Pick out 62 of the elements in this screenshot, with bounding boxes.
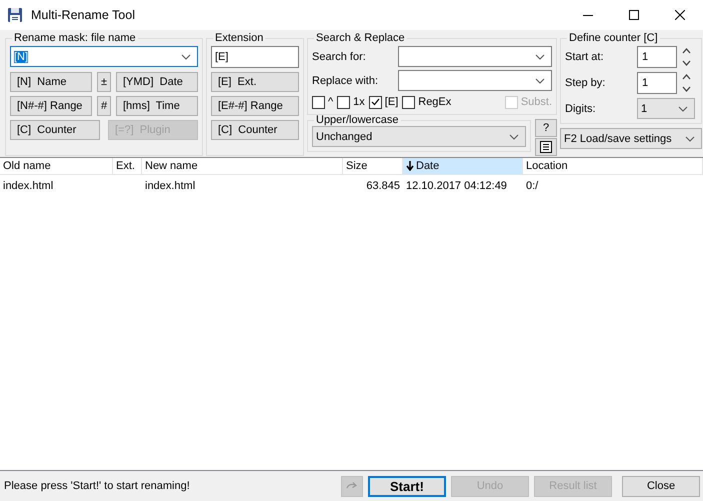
button[interactable]: [N] Name (10, 72, 92, 92)
extension-field[interactable]: [E] (211, 46, 299, 68)
column-header[interactable]: New name (142, 158, 343, 174)
button[interactable]: Start! (368, 476, 446, 496)
button[interactable]: [hms] Time (116, 96, 198, 116)
button[interactable]: [N#-#] Range (10, 96, 92, 116)
chevron-icon (535, 54, 545, 60)
field-label: Search for: (312, 50, 367, 62)
table-cell-text: 63.845 (365, 178, 401, 194)
button[interactable]: [YMD] Date (116, 72, 198, 92)
maximize-icon[interactable] (629, 10, 639, 20)
number-field[interactable]: 1 (637, 72, 677, 94)
curved-arrow-icon (345, 481, 359, 491)
chevron-icon (181, 54, 191, 60)
close-icon[interactable] (675, 10, 685, 20)
case-dropdown[interactable]: Unchanged (312, 126, 526, 147)
button[interactable]: Close (622, 476, 700, 496)
mask-field[interactable]: [N] (10, 46, 198, 67)
field-label: Digits: (565, 102, 597, 114)
table-cell-text: 0:/ (525, 178, 540, 194)
status-message: Please press 'Start!' to start renaming! (4, 480, 191, 492)
group-title: Search & Replace (315, 32, 406, 44)
chevron-icon (535, 78, 545, 84)
table-cell-text: 12.10.2017 04:12:49 (405, 178, 508, 194)
number-field[interactable]: 1 (637, 46, 677, 68)
group-title: Define counter [C] (568, 32, 659, 44)
column-header[interactable]: Ext. (113, 158, 142, 174)
button[interactable]: [E#-#] Range (211, 96, 299, 116)
list-button[interactable] (535, 138, 557, 156)
list-icon (540, 141, 552, 153)
field-label: Start at: (565, 51, 605, 63)
button[interactable]: ± (97, 72, 111, 92)
field-label: Step by: (565, 77, 606, 89)
button[interactable]: [C] Counter (10, 120, 100, 140)
spinner-icon (682, 47, 690, 67)
spinner-icon (682, 73, 690, 93)
checkbox[interactable]: [E] (368, 96, 398, 108)
chevron-icon (678, 106, 688, 112)
sort-arrow-icon (406, 161, 414, 171)
field-label: Replace with: (312, 74, 380, 86)
button[interactable]: ? (535, 119, 557, 137)
table-cell-text: index.html (2, 178, 54, 194)
checkbox[interactable]: RegEx (402, 96, 452, 108)
checkbox[interactable]: 1x (337, 96, 365, 108)
group-title: Rename mask: file name (13, 32, 137, 44)
column-header[interactable]: Location (523, 158, 703, 174)
window-title: Multi-Rename Tool (31, 8, 135, 22)
group-title: Upper/lowercase (315, 114, 400, 126)
button[interactable]: [C] Counter (211, 120, 299, 140)
chevron-icon (509, 134, 519, 140)
group-title: Extension (214, 32, 264, 44)
column-header[interactable]: Old name (0, 158, 113, 174)
settings-dropdown[interactable]: F2 Load/save settings (560, 128, 702, 149)
dropdown-field[interactable] (398, 70, 552, 91)
table-cell-text: index.html (144, 178, 196, 194)
chevron-icon (685, 136, 695, 142)
digits-dropdown[interactable]: 1 (637, 98, 695, 119)
column-header[interactable]: Date (403, 158, 523, 174)
button[interactable]: # (97, 96, 111, 116)
check-icon (370, 98, 380, 106)
dropdown-field[interactable] (398, 46, 552, 67)
button[interactable]: [E] Ext. (211, 72, 299, 92)
